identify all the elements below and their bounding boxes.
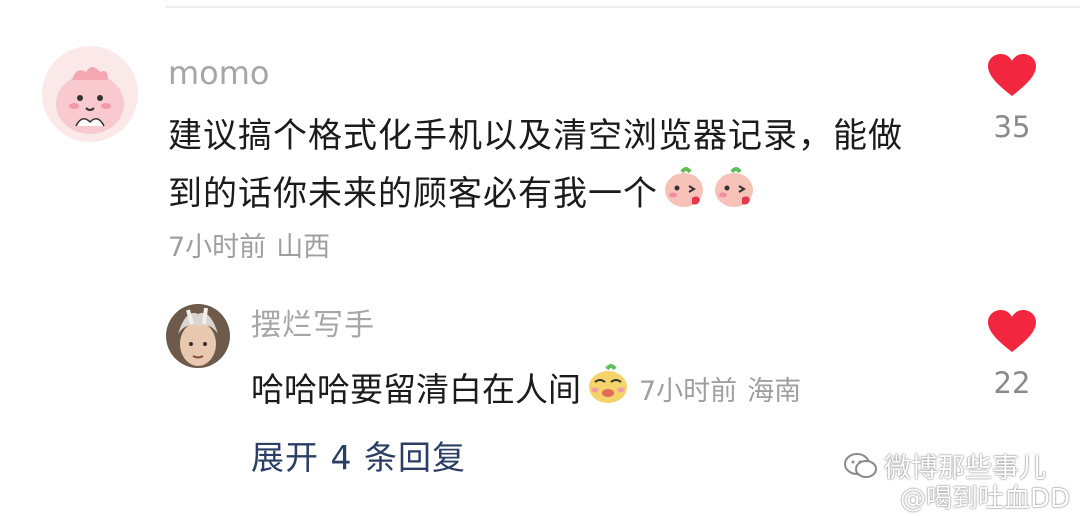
top-divider [165, 6, 1080, 8]
smirk-emoji-icon [585, 360, 631, 423]
comment-body: 建议搞个格式化手机以及清空浏览器记录，能做到的话你未来的顾客必有我一个 [168, 116, 903, 214]
heart-icon [988, 310, 1036, 352]
wechat-icon [844, 452, 878, 487]
comment-text: 建议搞个格式化手机以及清空浏览器记录，能做到的话你未来的顾客必有我一个 [168, 108, 928, 227]
watermark-user: @喝到吐血DD [899, 484, 1070, 514]
like-button[interactable] [986, 54, 1038, 98]
reply-time: 7小时前 [639, 375, 738, 407]
reply-meta: 7小时前 海南 [639, 376, 801, 407]
comment-meta: 7小时前 山西 [168, 228, 330, 268]
reply-text: 哈哈哈要留清白在人间 7小时前 海南 [251, 360, 801, 423]
expand-replies-link[interactable]: 展开 4 条回复 [251, 436, 466, 480]
reply-avatar[interactable] [166, 304, 230, 368]
reply-username[interactable]: 摆烂写手 [251, 306, 375, 346]
comment-time: 7小时前 [168, 232, 267, 263]
heart-icon [988, 54, 1036, 96]
like-count: 35 [993, 110, 1031, 144]
reply-like-count: 22 [993, 366, 1031, 400]
reply-location: 海南 [747, 375, 802, 407]
comment-location: 山西 [276, 232, 331, 263]
reply-body: 哈哈哈要留清白在人间 [251, 370, 581, 409]
avatar[interactable] [42, 46, 138, 142]
reply-like-button[interactable] [986, 310, 1038, 354]
kiss-emoji-icon [712, 164, 758, 227]
kiss-emoji-icon [662, 164, 708, 227]
comment-username[interactable]: momo [168, 53, 270, 93]
